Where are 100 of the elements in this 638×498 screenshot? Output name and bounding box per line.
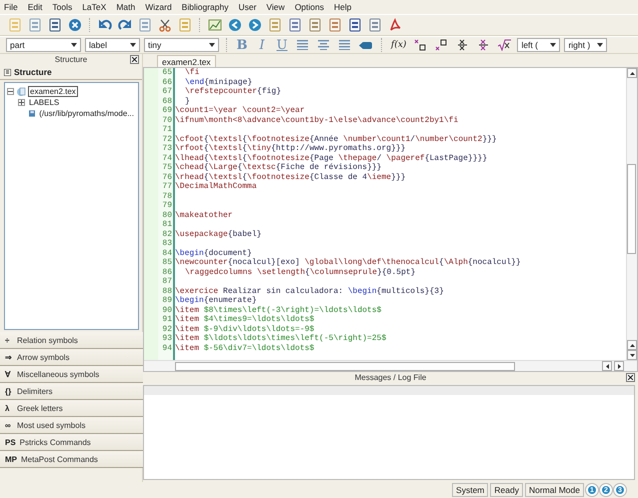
- tree-item[interactable]: (/usr/lib/pyromaths/mode...: [37, 108, 136, 119]
- file-icon: [16, 86, 26, 96]
- menu-item[interactable]: Wizard: [145, 2, 172, 12]
- line-number: 93: [161, 334, 173, 344]
- fraction-icon: [477, 39, 490, 51]
- menu-item[interactable]: LaTeX: [82, 2, 106, 12]
- line-number: 75: [161, 163, 173, 172]
- menu-item[interactable]: Help: [334, 2, 352, 12]
- up-arrow-icon[interactable]: [630, 344, 634, 346]
- line-number: 84: [161, 248, 173, 258]
- menu-item[interactable]: User: [238, 2, 256, 12]
- code-line: \rhead{\textsl{\footnotesize{Classe de 4\ieme}}}: [175, 172, 406, 182]
- right-arrow-icon[interactable]: [618, 364, 620, 368]
- document-icon: [8, 18, 22, 32]
- code-line: \newcounter{nocalcul}[exo] \global\long\def\thenocalcul{\Alph{nocalcul}}: [175, 258, 521, 268]
- document-icon: [328, 18, 342, 32]
- collapse-toggle[interactable]: [7, 88, 14, 95]
- menu-item[interactable]: Tools: [52, 2, 72, 12]
- pdf-icon: [388, 18, 402, 32]
- document-icon: [48, 18, 62, 32]
- document-icon: [28, 18, 42, 32]
- dropdown[interactable]: right ): [564, 38, 608, 52]
- panel-tab[interactable]: MP MetaPost Commands: [0, 451, 143, 468]
- line-number: 71: [161, 125, 173, 134]
- line-number: 76: [161, 172, 173, 182]
- tree-item[interactable]: LABELS: [27, 97, 62, 108]
- align-icon: [297, 40, 308, 50]
- redo-icon: [118, 18, 132, 32]
- line-number: 86: [161, 268, 173, 277]
- close-button[interactable]: [626, 373, 635, 382]
- menu-item[interactable]: Options: [294, 2, 324, 12]
- function-button[interactable]: f(x): [389, 40, 408, 50]
- code-line: \item $-9\div\ldots\ldots=-9$: [175, 324, 314, 334]
- document-icon: [288, 18, 302, 32]
- panel-tab[interactable]: ∞ Most used symbols: [0, 417, 143, 434]
- line-number: 89: [161, 296, 173, 306]
- menu-item[interactable]: Math: [116, 2, 136, 12]
- up-arrow-icon[interactable]: [630, 72, 634, 74]
- line-number: 65: [161, 68, 173, 78]
- close-button[interactable]: [130, 55, 139, 64]
- code-line: \item $4\times9=\ldots\ldots$: [175, 315, 314, 324]
- left-arrow-icon[interactable]: [606, 364, 608, 368]
- document-icon: [368, 18, 382, 32]
- panel-tab[interactable]: PS Pstricks Commands: [0, 434, 143, 451]
- code-line: \count1=\year \count2=\year: [175, 106, 305, 116]
- code-line: \DecimalMathComma: [175, 182, 257, 192]
- document-icon: [348, 18, 362, 32]
- dropdown[interactable]: part: [6, 38, 81, 52]
- code-line: \end{minipage}: [185, 78, 252, 87]
- return-icon: [359, 40, 372, 50]
- status-field: Ready: [490, 483, 523, 497]
- scrollbar[interactable]: [144, 360, 637, 371]
- menu-item[interactable]: Edit: [28, 2, 42, 12]
- code-line: \item $-56\div7=\ldots\ldots$: [175, 344, 314, 353]
- structure-icon: [4, 68, 11, 76]
- line-number: 94: [161, 344, 173, 353]
- menu-item[interactable]: File: [4, 2, 18, 12]
- code-line: }: [185, 96, 190, 106]
- panel-tab[interactable]: ⇒ Arrow symbols: [0, 349, 143, 366]
- document-icon: [178, 18, 192, 32]
- down-arrow-icon[interactable]: [630, 354, 634, 356]
- panel-tab[interactable]: ∀ Miscellaneous symbols: [0, 366, 143, 383]
- line-number: 92: [161, 324, 173, 334]
- document-icon: [308, 18, 322, 32]
- file-tab[interactable]: examen2.tex: [157, 55, 216, 67]
- toolbar-button[interactable]: [496, 36, 514, 54]
- line-number: 82: [161, 230, 173, 239]
- line-number: 90: [161, 306, 173, 315]
- panel-tab[interactable]: {} Delimiters: [0, 383, 143, 400]
- line-number: 88: [161, 286, 173, 296]
- line-number: 66: [161, 78, 173, 87]
- fraction-icon: [456, 39, 470, 51]
- caret-icon: [550, 43, 556, 47]
- line-number: 85: [161, 258, 173, 268]
- caret-icon: [130, 43, 136, 47]
- code-line: \item $8\times\left(-3\right)=\ldots\ldots$: [175, 306, 382, 315]
- expand-toggle[interactable]: [18, 99, 25, 106]
- code-line: \begin{enumerate}: [175, 296, 257, 306]
- align-icon: [339, 40, 350, 50]
- line-number: 78: [161, 192, 173, 201]
- line-number: 87: [161, 277, 173, 286]
- menu-item[interactable]: View: [266, 2, 285, 12]
- code-line: \raggedcolumns \setlength{\columnseprule}{0.5pt}: [185, 268, 416, 277]
- panel-tab[interactable]: λ Greek letters: [0, 400, 143, 417]
- code-line: \item $\ldots\ldots\times\left(-5\right)=25$: [175, 334, 386, 344]
- panel-tab[interactable]: Structure: [14, 67, 52, 77]
- dropdown[interactable]: label: [85, 38, 140, 52]
- panel-tab[interactable]: ÷ Relation symbols: [0, 332, 143, 349]
- code-line: \usepackage{babel}: [175, 230, 262, 239]
- tree-item[interactable]: examen2.tex: [28, 86, 78, 97]
- line-number: 80: [161, 210, 173, 220]
- line-number: 70: [161, 116, 173, 125]
- menu-item[interactable]: Bibliography: [182, 2, 228, 12]
- line-number: 72: [161, 134, 173, 144]
- line-number: 69: [161, 106, 173, 116]
- dropdown[interactable]: tiny: [144, 38, 219, 52]
- scrollbar[interactable]: [626, 68, 637, 360]
- line-number: 91: [161, 315, 173, 324]
- close-icon: [68, 18, 82, 32]
- dropdown[interactable]: left (: [517, 38, 560, 52]
